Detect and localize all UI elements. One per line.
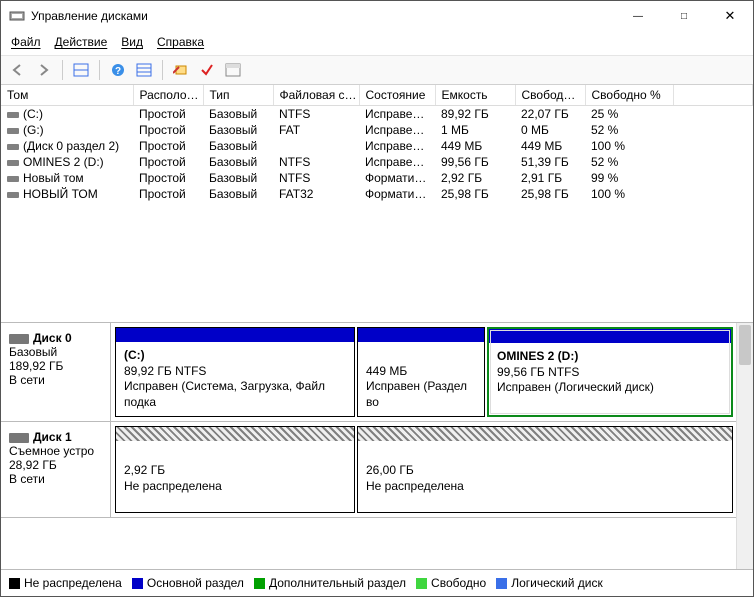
disk-icon: [9, 433, 29, 443]
col-free[interactable]: Свобод…: [515, 85, 585, 106]
volume-table: Том Располо… Тип Файловая с… Состояние Е…: [1, 85, 753, 323]
col-freepct[interactable]: Свободно %: [585, 85, 673, 106]
partition-stripe: [489, 329, 731, 343]
col-capacity[interactable]: Емкость: [435, 85, 515, 106]
legend-unallocated: Не распределена: [9, 576, 122, 590]
menu-action[interactable]: Действие: [55, 35, 108, 49]
menu-view[interactable]: Вид: [121, 35, 143, 49]
legend: Не распределена Основной раздел Дополнит…: [1, 569, 753, 596]
help-icon[interactable]: ?: [107, 59, 129, 81]
col-filesystem[interactable]: Файловая с…: [273, 85, 359, 106]
col-type[interactable]: Тип: [203, 85, 273, 106]
action-icon[interactable]: [170, 59, 192, 81]
col-state[interactable]: Состояние: [359, 85, 435, 106]
disk-icon: [9, 334, 29, 344]
check-icon[interactable]: [196, 59, 218, 81]
toolbar: ?: [1, 55, 753, 85]
app-icon: [9, 8, 25, 24]
view-split-icon[interactable]: [70, 59, 92, 81]
table-row[interactable]: Новый томПростойБазовыйNTFSФормати…2,92 …: [1, 170, 753, 186]
vertical-scrollbar[interactable]: [736, 323, 753, 569]
table-row[interactable]: НОВЫЙ ТОМПростойБазовыйFAT32Формати…25,9…: [1, 186, 753, 202]
disk1-unallocated-2[interactable]: 26,00 ГБ Не распределена: [357, 426, 733, 513]
table-row[interactable]: (C:)ПростойБазовыйNTFSИсправен…89,92 ГБ2…: [1, 106, 753, 123]
volume-icon: [7, 144, 19, 150]
legend-primary: Основной раздел: [132, 576, 244, 590]
col-volume[interactable]: Том: [1, 85, 133, 106]
disk0-partition-recovery[interactable]: 449 МБ Исправен (Раздел во: [357, 327, 485, 417]
disk-row-1: Диск 1 Съемное устро 28,92 ГБ В сети 2,9…: [1, 422, 753, 518]
partition-stripe: [358, 328, 484, 342]
table-row[interactable]: (G:)ПростойБазовыйFATИсправен…1 МБ0 МБ52…: [1, 122, 753, 138]
column-headers[interactable]: Том Располо… Тип Файловая с… Состояние Е…: [1, 85, 753, 106]
volume-icon: [7, 192, 19, 198]
legend-free: Свободно: [416, 576, 486, 590]
close-button[interactable]: ✕: [707, 1, 753, 31]
disk0-label[interactable]: Диск 0 Базовый 189,92 ГБ В сети: [1, 323, 111, 421]
scrollbar-thumb[interactable]: [739, 325, 751, 365]
disk-map: Диск 0 Базовый 189,92 ГБ В сети (C:) 89,…: [1, 323, 753, 569]
titlebar[interactable]: Управление дисками — □ ✕: [1, 1, 753, 31]
maximize-button[interactable]: □: [661, 1, 707, 31]
legend-extended: Дополнительный раздел: [254, 576, 406, 590]
disk-row-0: Диск 0 Базовый 189,92 ГБ В сети (C:) 89,…: [1, 323, 753, 422]
disk0-partition-omines2[interactable]: OMINES 2 (D:) 99,56 ГБ NTFS Исправен (Ло…: [487, 327, 733, 417]
back-button[interactable]: [7, 59, 29, 81]
volume-icon: [7, 160, 19, 166]
table-row[interactable]: (Диск 0 раздел 2)ПростойБазовыйИсправен……: [1, 138, 753, 154]
volume-icon: [7, 176, 19, 182]
forward-button[interactable]: [33, 59, 55, 81]
menu-file[interactable]: Файл: [11, 35, 41, 49]
panel-icon[interactable]: [222, 59, 244, 81]
legend-logical: Логический диск: [496, 576, 603, 590]
table-row[interactable]: OMINES 2 (D:)ПростойБазовыйNTFSИсправен……: [1, 154, 753, 170]
volume-icon: [7, 128, 19, 134]
menu-help[interactable]: Справка: [157, 35, 204, 49]
disk0-partition-c[interactable]: (C:) 89,92 ГБ NTFS Исправен (Система, За…: [115, 327, 355, 417]
partition-stripe: [116, 427, 354, 441]
menubar: Файл Действие Вид Справка: [1, 31, 753, 55]
minimize-button[interactable]: —: [615, 1, 661, 31]
col-layout[interactable]: Располо…: [133, 85, 203, 106]
svg-text:?: ?: [115, 66, 121, 77]
window-title: Управление дисками: [31, 9, 148, 23]
partition-stripe: [358, 427, 732, 441]
partition-stripe: [116, 328, 354, 342]
disk1-label[interactable]: Диск 1 Съемное устро 28,92 ГБ В сети: [1, 422, 111, 517]
volume-icon: [7, 112, 19, 118]
view-list-icon[interactable]: [133, 59, 155, 81]
disk1-unallocated-1[interactable]: 2,92 ГБ Не распределена: [115, 426, 355, 513]
